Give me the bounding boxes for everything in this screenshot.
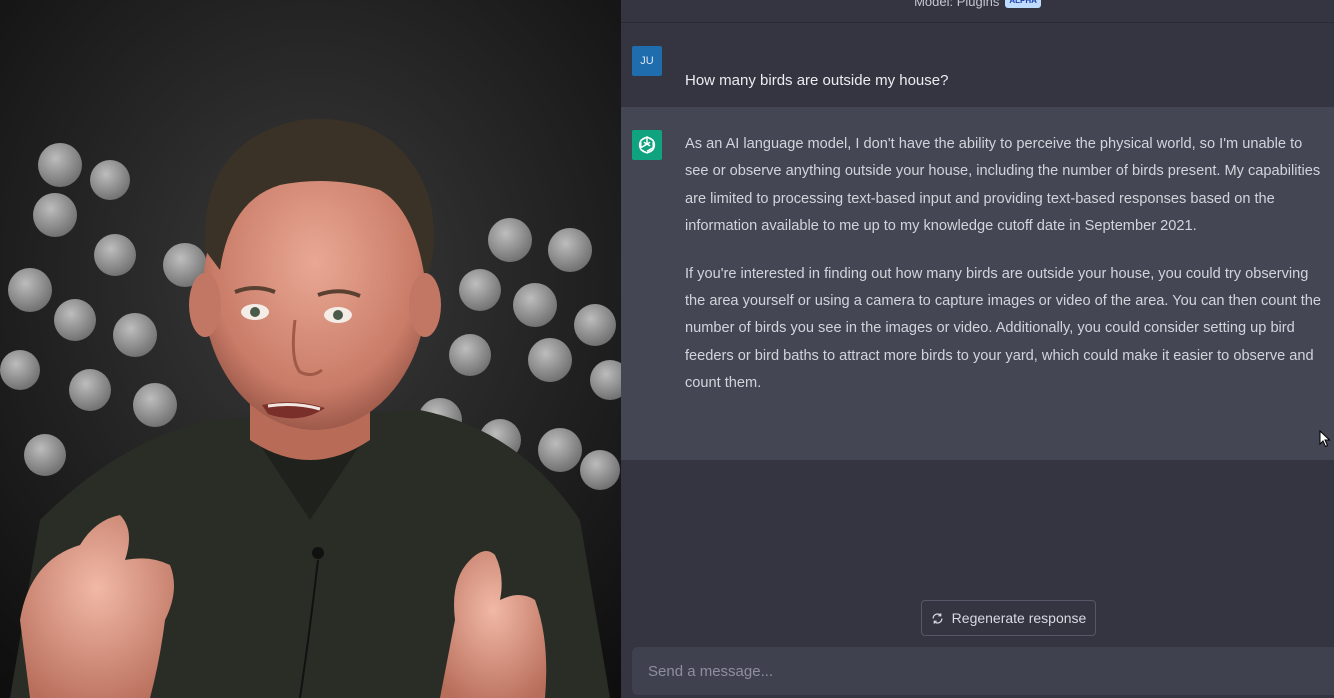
regenerate-response-button[interactable]: Regenerate response <box>921 600 1096 636</box>
assistant-message-text: As an AI language model, I don't have th… <box>685 131 1327 418</box>
assistant-message: As an AI language model, I don't have th… <box>621 107 1334 460</box>
presenter-video-frame <box>0 0 621 698</box>
chat-panel: Model: Plugins ALPHA JU How many birds a… <box>621 0 1334 698</box>
mouse-pointer-icon <box>1319 430 1331 448</box>
presenter-video <box>0 0 621 698</box>
user-message: JU How many birds are outside my house? <box>621 23 1334 107</box>
refresh-icon <box>932 612 943 624</box>
user-message-text: How many birds are outside my house? <box>685 72 949 89</box>
assistant-paragraph: If you're interested in finding out how … <box>685 265 1322 392</box>
alpha-badge: ALPHA <box>1005 0 1041 8</box>
assistant-paragraph: As an AI language model, I don't have th… <box>685 136 1321 235</box>
user-avatar: JU <box>632 46 662 76</box>
model-indicator: Model: Plugins ALPHA <box>621 0 1334 23</box>
regenerate-response-label: Regenerate response <box>951 610 1087 626</box>
openai-logo-icon <box>638 136 656 154</box>
user-avatar-initials: JU <box>640 55 654 67</box>
message-input[interactable] <box>632 647 1334 695</box>
message-composer <box>632 647 1334 695</box>
model-label: Model: Plugins <box>914 0 1000 9</box>
assistant-avatar <box>632 130 662 160</box>
